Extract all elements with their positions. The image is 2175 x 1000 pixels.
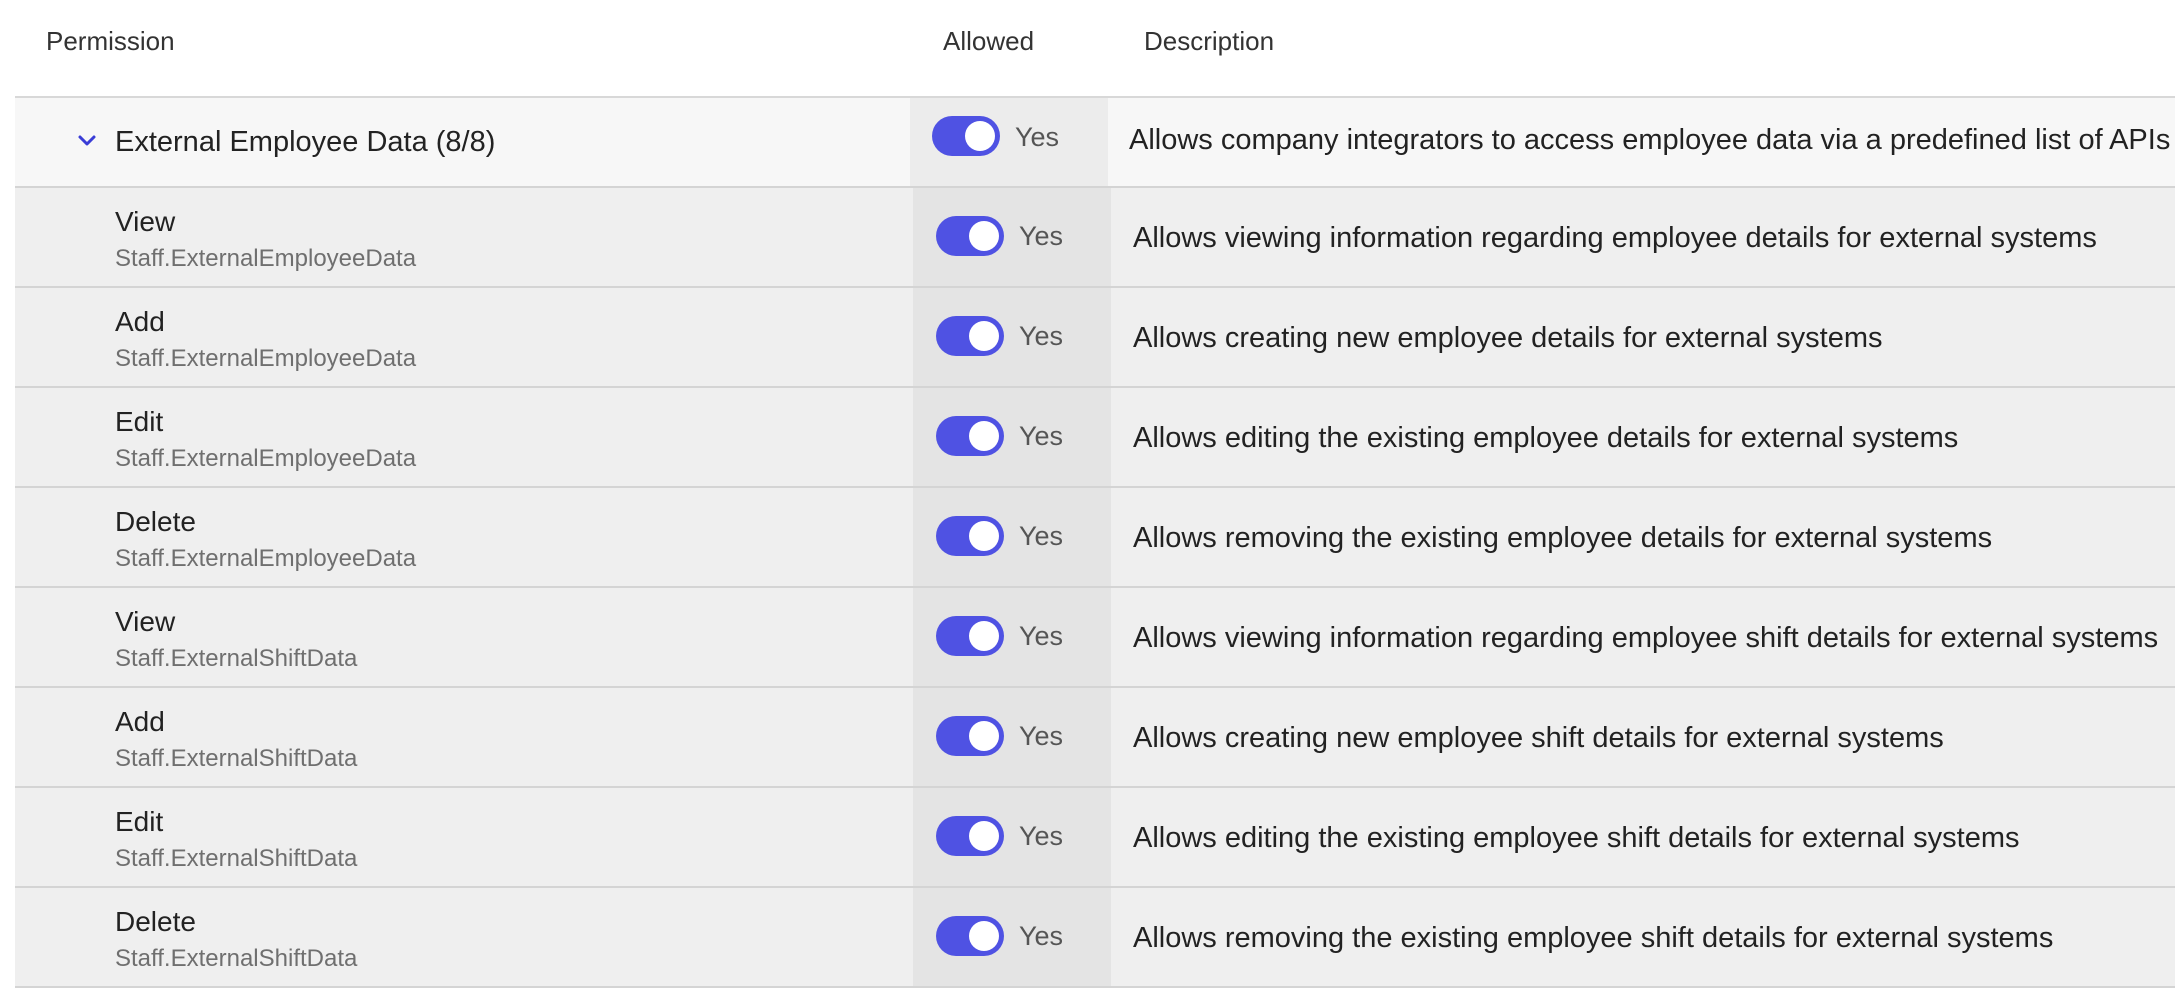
permission-description: Allows removing the existing employee de… — [1133, 522, 1993, 554]
allowed-toggle[interactable] — [936, 316, 1004, 356]
permission-row: Edit Staff.ExternalEmployeeData Yes Allo… — [15, 388, 2175, 488]
toggle-knob — [969, 921, 999, 951]
allowed-toggle[interactable] — [936, 216, 1004, 256]
permission-scope: Staff.ExternalEmployeeData — [115, 445, 417, 472]
allowed-toggle[interactable] — [936, 916, 1004, 956]
toggle-knob — [969, 321, 999, 351]
column-header-permission: Permission — [46, 26, 175, 56]
toggle-knob — [969, 721, 999, 751]
permission-row: Edit Staff.ExternalShiftData Yes Allows … — [15, 788, 2175, 888]
allowed-label: Yes — [1019, 221, 1064, 251]
table-header: Permission Allowed Description — [15, 0, 2175, 98]
permission-description: Allows creating new employee details for… — [1133, 322, 1883, 354]
permission-scope: Staff.ExternalShiftData — [115, 845, 358, 872]
permission-description: Allows viewing information regarding emp… — [1133, 622, 2159, 654]
toggle-knob — [969, 521, 999, 551]
permission-scope: Staff.ExternalEmployeeData — [115, 545, 417, 572]
column-header-allowed: Allowed — [943, 26, 1035, 56]
allowed-toggle[interactable] — [936, 616, 1004, 656]
permission-name: Add — [115, 306, 165, 337]
permission-scope: Staff.ExternalEmployeeData — [115, 245, 417, 272]
toggle-knob — [969, 221, 999, 251]
permission-name: Delete — [115, 506, 196, 537]
permission-row: View Staff.ExternalEmployeeData Yes Allo… — [15, 188, 2175, 288]
permission-row: View Staff.ExternalShiftData Yes Allows … — [15, 588, 2175, 688]
allowed-label: Yes — [1019, 621, 1064, 651]
allowed-label: Yes — [1019, 921, 1064, 951]
allowed-toggle[interactable] — [936, 516, 1004, 556]
permission-row: Add Staff.ExternalShiftData Yes Allows c… — [15, 688, 2175, 788]
permission-description: Allows editing the existing employee det… — [1133, 422, 1959, 454]
toggle-knob — [969, 621, 999, 651]
permission-description: Allows viewing information regarding emp… — [1133, 222, 2097, 254]
allowed-toggle[interactable] — [936, 716, 1004, 756]
group-allowed-label: Yes — [1015, 122, 1060, 152]
permission-name: View — [115, 606, 176, 637]
allowed-toggle[interactable] — [936, 816, 1004, 856]
permission-scope: Staff.ExternalEmployeeData — [115, 345, 417, 372]
permission-row: Add Staff.ExternalEmployeeData Yes Allow… — [15, 288, 2175, 388]
permission-description: Allows editing the existing employee shi… — [1133, 822, 2020, 854]
permission-description: Allows removing the existing employee sh… — [1133, 922, 2054, 954]
chevron-down-icon[interactable] — [71, 125, 103, 157]
column-header-description: Description — [1144, 26, 1275, 56]
permission-name: Add — [115, 706, 165, 737]
toggle-knob — [969, 821, 999, 851]
group-description: Allows company integrators to access emp… — [1129, 124, 2171, 156]
permission-scope: Staff.ExternalShiftData — [115, 945, 358, 972]
permission-name: Delete — [115, 906, 196, 937]
permissions-table: Permission Allowed Description External … — [15, 0, 2175, 988]
allowed-label: Yes — [1019, 421, 1064, 451]
permission-name: Edit — [115, 406, 164, 437]
toggle-knob — [965, 121, 995, 151]
permission-description: Allows creating new employee shift detai… — [1133, 722, 1944, 754]
permission-name: View — [115, 206, 176, 237]
group-allowed-toggle[interactable] — [932, 116, 1000, 156]
permission-group-row: External Employee Data (8/8) Yes Allows … — [15, 98, 2175, 188]
allowed-label: Yes — [1019, 821, 1064, 851]
allowed-label: Yes — [1019, 521, 1064, 551]
permission-row: Delete Staff.ExternalShiftData Yes Allow… — [15, 888, 2175, 988]
permission-name: Edit — [115, 806, 164, 837]
toggle-knob — [969, 421, 999, 451]
permission-scope: Staff.ExternalShiftData — [115, 645, 358, 672]
permission-rows: View Staff.ExternalEmployeeData Yes Allo… — [15, 188, 2175, 988]
allowed-label: Yes — [1019, 721, 1064, 751]
allowed-toggle[interactable] — [936, 416, 1004, 456]
permission-row: Delete Staff.ExternalEmployeeData Yes Al… — [15, 488, 2175, 588]
allowed-label: Yes — [1019, 321, 1064, 351]
permission-scope: Staff.ExternalShiftData — [115, 745, 358, 772]
group-title[interactable]: External Employee Data (8/8) — [115, 126, 495, 159]
